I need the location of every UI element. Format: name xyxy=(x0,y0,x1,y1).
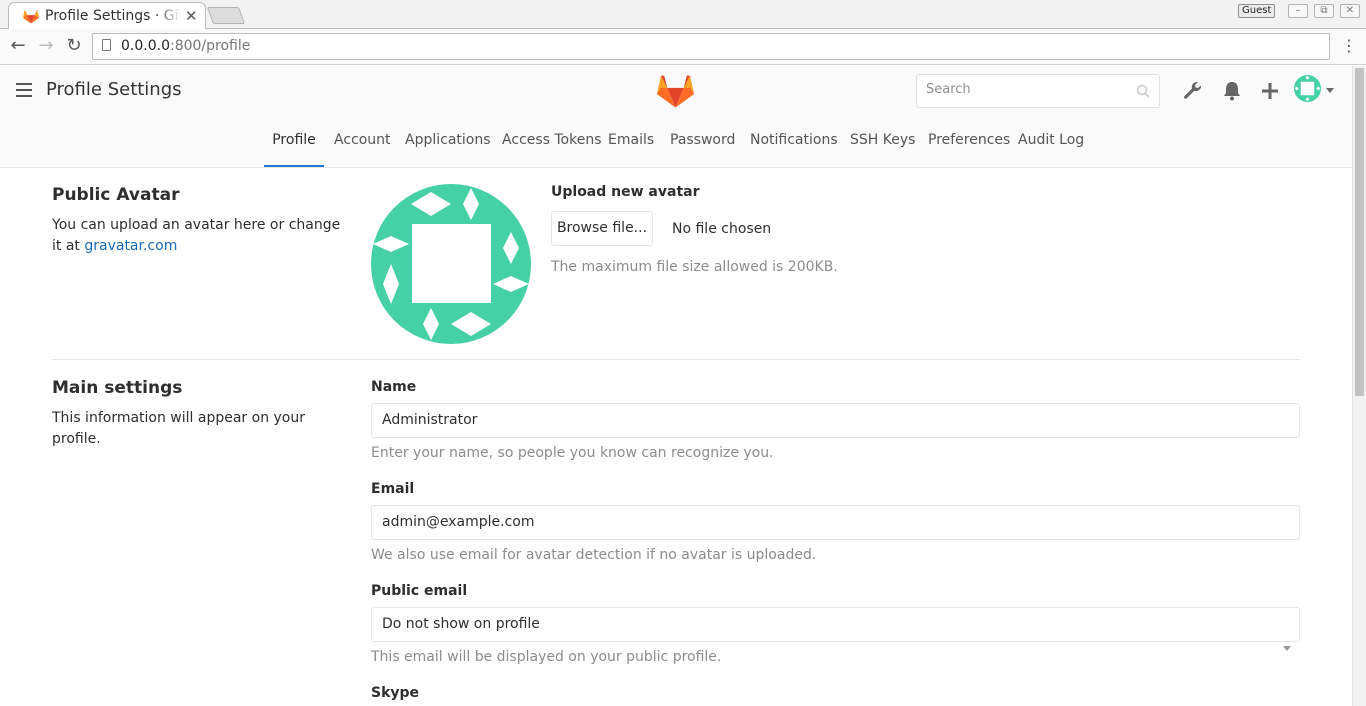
close-window-icon[interactable]: ✕ xyxy=(1340,4,1360,18)
email-help: We also use email for avatar detection i… xyxy=(371,547,817,563)
new-tab-button[interactable] xyxy=(206,7,246,24)
tab-account[interactable]: Account xyxy=(334,116,391,167)
user-menu-caret-icon[interactable] xyxy=(1326,88,1334,93)
tab-profile[interactable]: Profile xyxy=(264,116,324,167)
tab-notifications[interactable]: Notifications xyxy=(750,116,838,167)
tab-access-tokens[interactable]: Access Tokens xyxy=(502,116,602,167)
no-file-chosen-text: No file chosen xyxy=(672,221,772,237)
new-plus-icon[interactable] xyxy=(1259,80,1281,102)
max-file-size-help: The maximum file size allowed is 200KB. xyxy=(551,259,838,275)
address-url: 0.0.0.0:800/profile xyxy=(121,38,251,54)
notifications-bell-icon[interactable] xyxy=(1221,80,1243,102)
section-divider xyxy=(52,359,1300,360)
page-info-icon[interactable] xyxy=(102,39,111,51)
user-avatar-icon[interactable] xyxy=(1294,75,1321,102)
public-email-label: Public email xyxy=(371,583,468,599)
name-label: Name xyxy=(371,379,417,395)
public-avatar-heading: Public Avatar xyxy=(52,185,180,205)
email-label: Email xyxy=(371,481,415,497)
identicon-avatar-image xyxy=(371,184,531,344)
page-viewport: Profile Settings Search Profile Account … xyxy=(0,66,1352,706)
gitlab-favicon-icon xyxy=(23,9,39,24)
email-field[interactable]: admin@example.com xyxy=(371,505,1300,540)
search-box[interactable] xyxy=(916,74,1160,108)
scrollbar-thumb[interactable] xyxy=(1355,68,1364,396)
name-field[interactable]: Administrator xyxy=(371,403,1300,438)
gitlab-logo-icon[interactable] xyxy=(657,73,694,109)
hamburger-menu-icon[interactable] xyxy=(16,83,32,97)
guest-profile-badge[interactable]: Guest xyxy=(1238,4,1276,18)
name-help: Enter your name, so people you know can … xyxy=(371,445,774,461)
gravatar-link[interactable]: gravatar.com xyxy=(84,238,177,254)
tab-preferences[interactable]: Preferences xyxy=(928,116,1010,167)
search-icon xyxy=(1136,84,1150,98)
public-avatar-description: You can upload an avatar here or change … xyxy=(52,217,341,254)
page-title: Profile Settings xyxy=(46,79,182,100)
tab-title: Profile Settings · GitLab xyxy=(45,8,181,24)
minimize-icon[interactable]: – xyxy=(1288,4,1308,18)
reload-icon[interactable]: ↻ xyxy=(62,35,86,59)
tab-ssh-keys[interactable]: SSH Keys xyxy=(850,116,915,167)
tab-applications[interactable]: Applications xyxy=(405,116,491,167)
forward-icon[interactable]: → xyxy=(34,35,58,59)
address-bar[interactable]: 0.0.0.0:800/profile xyxy=(92,33,1330,60)
app-header: Profile Settings xyxy=(0,66,1352,116)
upload-avatar-label: Upload new avatar xyxy=(551,184,700,200)
main-settings-description: This information will appear on your pro… xyxy=(52,410,305,447)
tab-audit-log[interactable]: Audit Log xyxy=(1018,116,1084,167)
main-settings-heading: Main settings xyxy=(52,378,183,398)
tab-emails[interactable]: Emails xyxy=(608,116,654,167)
tab-password[interactable]: Password xyxy=(670,116,735,167)
browse-file-button[interactable]: Browse file... xyxy=(551,211,653,246)
browser-tabstrip: Profile Settings · GitLab ✕ Guest – ⧉ ✕ xyxy=(0,0,1366,30)
back-icon[interactable]: ← xyxy=(6,35,30,59)
browser-menu-icon[interactable]: ⋮ xyxy=(1341,35,1357,59)
public-email-select[interactable]: Do not show on profile xyxy=(371,607,1300,642)
page-scrollbar[interactable] xyxy=(1352,66,1366,706)
search-input[interactable] xyxy=(926,82,1126,97)
admin-wrench-icon[interactable] xyxy=(1182,80,1204,102)
public-email-help: This email will be displayed on your pub… xyxy=(371,649,722,665)
skype-label: Skype xyxy=(371,685,420,701)
browser-toolbar: ← → ↻ 0.0.0.0:800/profile ⋮ xyxy=(0,29,1366,65)
chevron-down-icon[interactable] xyxy=(1283,646,1291,651)
profile-subnav: Profile Account Applications Access Toke… xyxy=(0,116,1352,168)
tab-close-icon[interactable]: ✕ xyxy=(185,7,198,25)
browser-tab[interactable]: Profile Settings · GitLab ✕ xyxy=(8,2,206,30)
restore-icon[interactable]: ⧉ xyxy=(1314,4,1334,18)
